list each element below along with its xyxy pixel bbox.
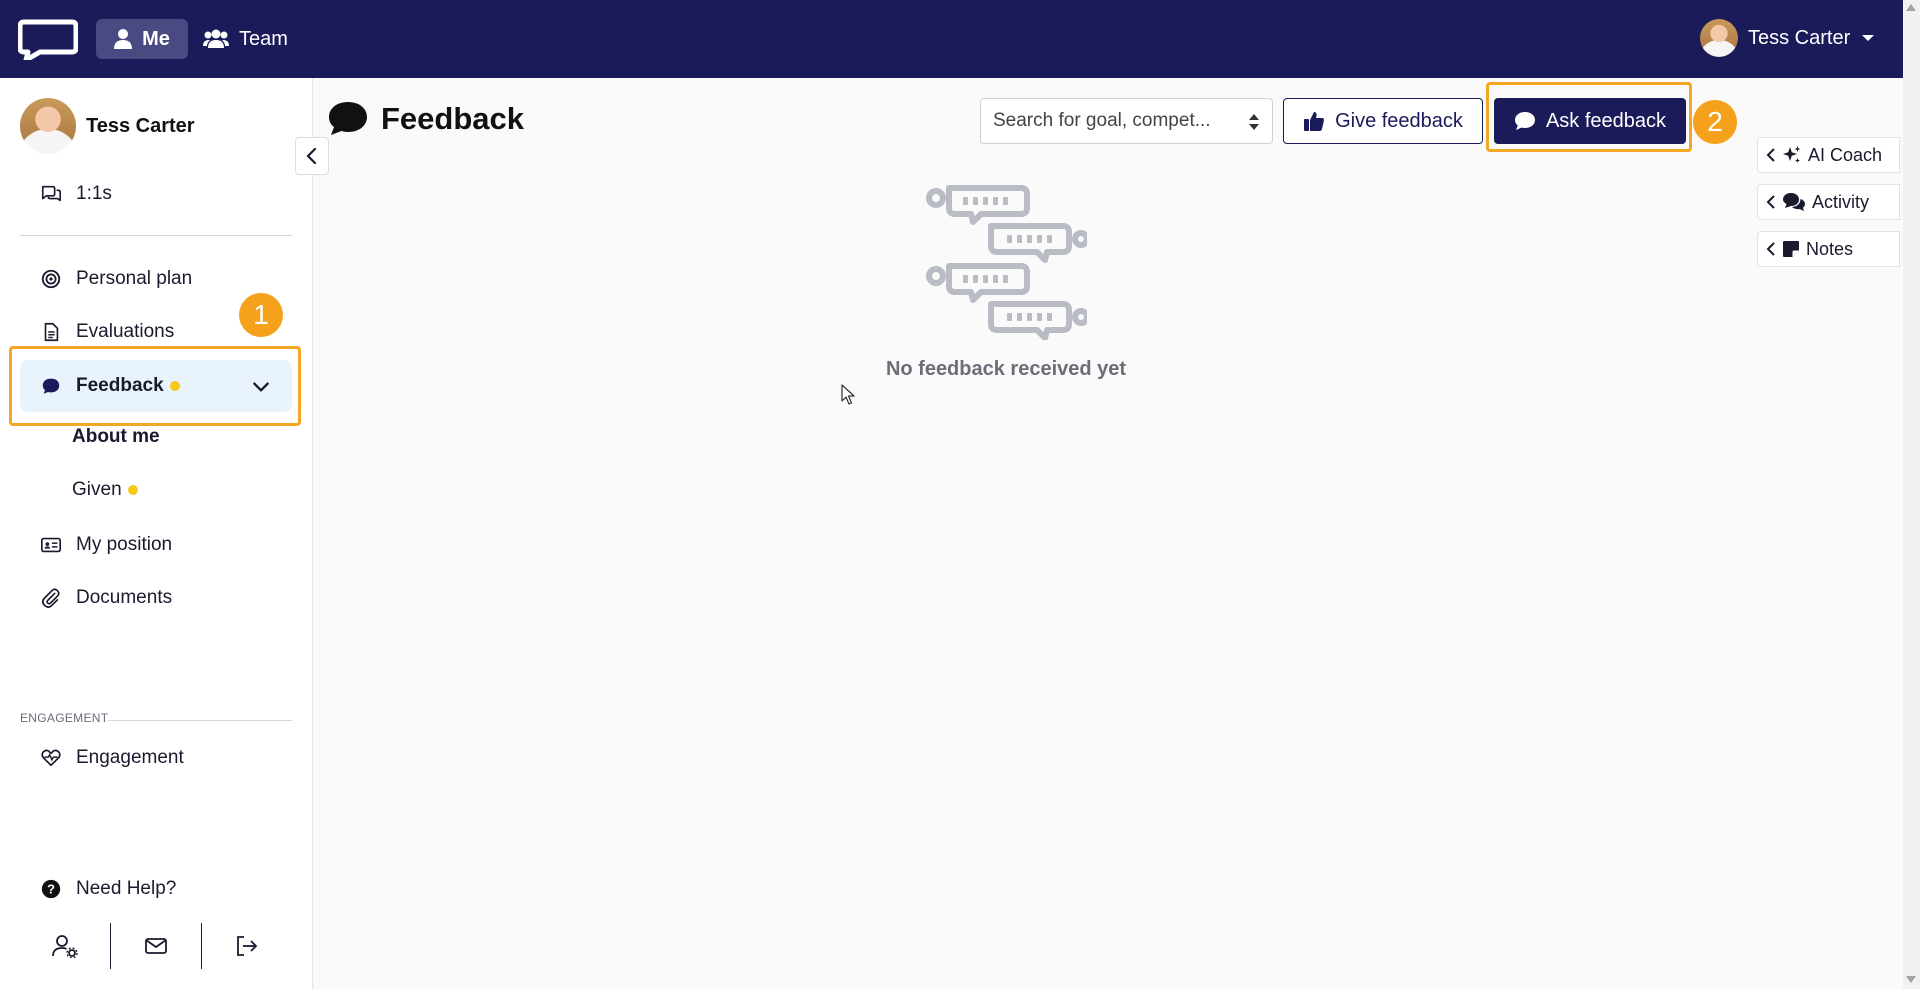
- app-logo-icon[interactable]: [18, 18, 78, 60]
- sidebar-subitem-given[interactable]: Given: [72, 479, 138, 501]
- scroll-down-arrow-icon[interactable]: [1906, 976, 1916, 983]
- chat-bubbles-icon: [41, 185, 61, 202]
- avatar: [20, 98, 76, 154]
- user-settings-icon: [52, 935, 78, 958]
- sidebar-item-1on1s[interactable]: 1:1s: [20, 168, 292, 220]
- panel-tab-notes[interactable]: Notes: [1757, 231, 1900, 267]
- sidebar-item-label: Engagement: [76, 747, 184, 768]
- mail-icon: [145, 938, 167, 954]
- avatar: [1700, 19, 1738, 57]
- give-feedback-label: Give feedback: [1335, 109, 1463, 132]
- sidebar: Tess Carter 1:1s Personal plan Evaluatio…: [0, 78, 313, 989]
- sidebar-divider: [20, 235, 292, 236]
- caret-down-icon: [1862, 35, 1875, 41]
- collapse-sidebar-button[interactable]: [295, 137, 329, 175]
- svg-text:?: ?: [47, 882, 55, 897]
- panel-tab-activity[interactable]: Activity: [1757, 184, 1900, 220]
- page-title-text: Feedback: [381, 101, 525, 136]
- step-badge-1: 1: [239, 293, 283, 337]
- sidebar-item-label: Personal plan: [76, 268, 193, 289]
- empty-feedback-illustration-icon: [926, 185, 1087, 340]
- search-select-placeholder: Search for goal, compet...: [993, 110, 1211, 131]
- need-help-label: Need Help?: [76, 878, 177, 899]
- comments-icon: [1783, 193, 1805, 211]
- highlight-box-ask-feedback: [1486, 82, 1692, 152]
- sort-arrows-icon: [1249, 114, 1259, 130]
- need-help-link[interactable]: ? Need Help?: [20, 863, 292, 915]
- scroll-up-arrow-icon[interactable]: [1906, 4, 1916, 11]
- sidebar-item-label: Documents: [76, 587, 173, 608]
- chevron-left-icon: [1766, 242, 1775, 256]
- panel-tab-label: Activity: [1812, 191, 1870, 212]
- user-menu[interactable]: Tess Carter: [1700, 16, 1875, 60]
- sidebar-profile-name: Tess Carter: [86, 114, 195, 137]
- thumbs-up-icon: [1304, 112, 1325, 131]
- step-badge-2: 2: [1693, 100, 1737, 144]
- nav-me-button[interactable]: Me: [96, 19, 188, 59]
- sidebar-profile[interactable]: Tess Carter: [20, 98, 195, 154]
- user-menu-name: Tess Carter: [1748, 26, 1851, 49]
- document-icon: [44, 322, 59, 342]
- paperclip-icon: [41, 588, 60, 608]
- sidebar-item-engagement[interactable]: Engagement: [20, 732, 292, 784]
- sidebar-subitem-about-me[interactable]: About me: [72, 426, 160, 448]
- messages-button[interactable]: [111, 923, 202, 969]
- panel-tab-label: AI Coach: [1808, 144, 1883, 165]
- chevron-left-icon: [1766, 148, 1775, 162]
- top-navigation-bar: Me Team Tess Carter: [0, 0, 1920, 78]
- users-icon: [203, 29, 229, 48]
- heart-pulse-icon: [41, 749, 61, 767]
- search-select[interactable]: Search for goal, compet...: [980, 98, 1273, 144]
- mouse-cursor-icon: [841, 384, 855, 405]
- section-divider: [108, 720, 292, 721]
- sidebar-subitem-label: Given: [72, 479, 122, 500]
- question-circle-icon: ?: [41, 879, 61, 899]
- sidebar-item-documents[interactable]: Documents: [20, 572, 292, 624]
- sidebar-item-label: My position: [76, 534, 173, 555]
- panel-tab-ai-coach[interactable]: AI Coach: [1757, 137, 1900, 173]
- section-label-engagement: ENGAGEMENT: [20, 711, 109, 725]
- panel-tab-label: Notes: [1806, 238, 1854, 259]
- nav-team-button[interactable]: Team: [203, 19, 288, 59]
- sidebar-item-label: Evaluations: [76, 321, 175, 342]
- empty-state-message: No feedback received yet: [885, 358, 1127, 380]
- page-scrollbar[interactable]: [1903, 0, 1920, 989]
- user-icon: [114, 29, 133, 49]
- chevron-left-icon: [306, 147, 317, 165]
- logout-button[interactable]: [202, 923, 292, 969]
- nav-me-label: Me: [142, 27, 170, 50]
- chevron-left-icon: [1766, 195, 1775, 209]
- give-feedback-button[interactable]: Give feedback: [1283, 98, 1483, 144]
- highlight-box-feedback: [9, 346, 301, 426]
- id-card-icon: [41, 537, 61, 553]
- page-title: Feedback: [327, 100, 524, 138]
- sidebar-item-label: 1:1s: [76, 183, 112, 204]
- user-settings-button[interactable]: [20, 923, 111, 969]
- sparkles-icon: [1783, 146, 1801, 163]
- sidebar-bottom-actions: [20, 923, 292, 969]
- notification-dot: [127, 484, 138, 495]
- nav-team-label: Team: [239, 27, 288, 50]
- logout-icon: [237, 936, 258, 956]
- speech-bubble-icon: [329, 102, 367, 135]
- sticky-note-icon: [1783, 241, 1799, 257]
- target-icon: [41, 269, 61, 289]
- sidebar-item-my-position[interactable]: My position: [20, 519, 292, 571]
